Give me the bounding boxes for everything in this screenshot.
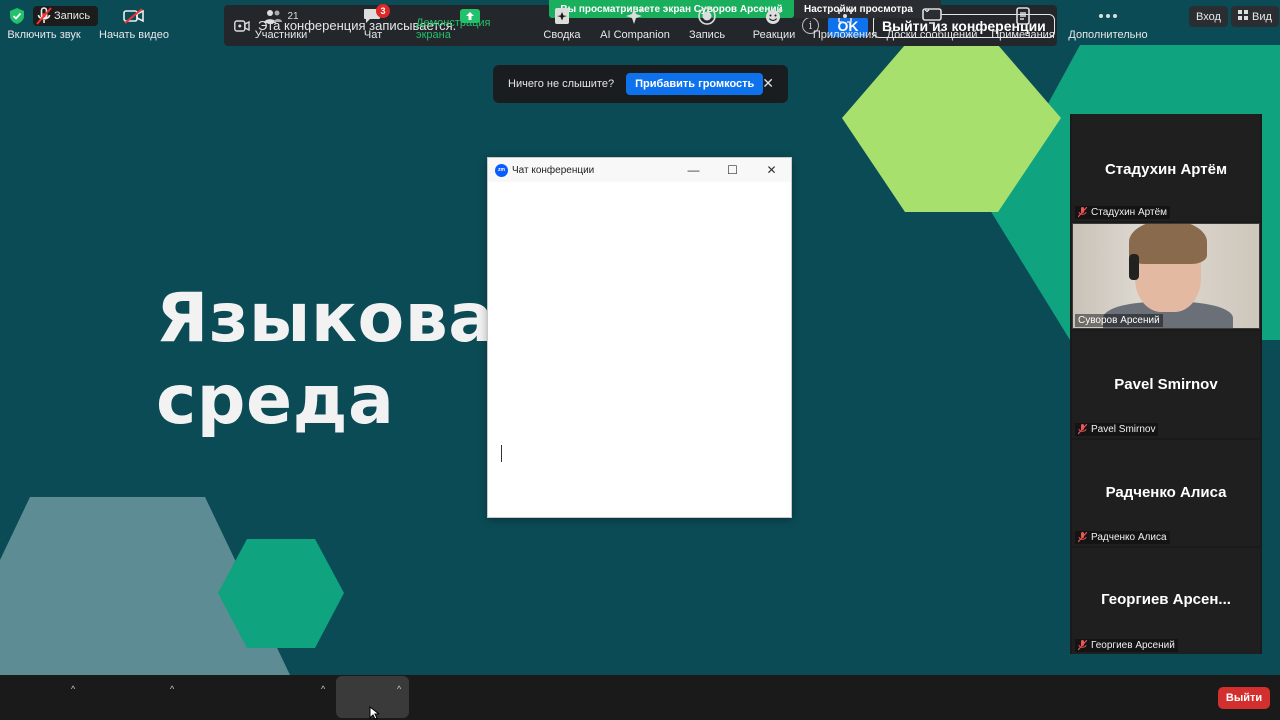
participant-gallery: Стадухин Артём Стадухин Артём Суворов Ар…: [1070, 114, 1262, 654]
summary-button[interactable]: Сводка: [538, 0, 586, 45]
mic-off-icon: [1077, 639, 1088, 651]
zoom-logo-icon: zm: [495, 163, 508, 177]
participant-label: Георгиев Арсений: [1075, 639, 1178, 652]
participant-name: Pavel Smirnov: [1114, 376, 1218, 393]
participants-label: Участники: [254, 29, 308, 41]
apps-label: Приложения: [812, 29, 878, 41]
participant-tile[interactable]: Стадухин Артём Стадухин Артём: [1072, 114, 1260, 221]
reactions-label: Реакции: [752, 29, 796, 41]
mic-muted-icon: [35, 7, 53, 25]
audio-prompt-question: Ничего не слышите?: [508, 78, 615, 90]
close-icon[interactable]: ✕: [762, 75, 774, 92]
participant-name: Стадухин Артём: [1104, 161, 1228, 178]
login-button[interactable]: Вход: [1189, 6, 1228, 27]
video-person-hair: [1129, 224, 1207, 264]
more-button[interactable]: Дополнительно: [1066, 0, 1150, 45]
mouse-cursor-icon: [369, 706, 379, 720]
chat-button[interactable]: 3 Чат: [338, 0, 408, 45]
whiteboards-label: Доски сообщений: [886, 29, 978, 41]
participant-label-text: Pavel Smirnov: [1091, 424, 1156, 435]
close-button[interactable]: ✕: [752, 158, 791, 182]
meeting-toolbar: [0, 675, 1280, 720]
ai-sparkle-icon: [625, 7, 645, 25]
apps-button[interactable]: Приложения: [812, 0, 878, 45]
participant-tile[interactable]: Георгиев Арсен... Георгиев Арсений: [1072, 548, 1260, 654]
start-video-button[interactable]: Начать видео: [96, 0, 172, 45]
more-dots-icon: [1098, 7, 1118, 25]
participant-tile[interactable]: Pavel Smirnov Pavel Smirnov: [1072, 331, 1260, 438]
video-options-caret-icon[interactable]: ^: [170, 684, 174, 694]
grid-icon: [1238, 10, 1248, 23]
chat-title: Чат конференции: [512, 164, 595, 176]
participant-label: Pavel Smirnov: [1075, 423, 1159, 436]
view-label: Вид: [1252, 10, 1272, 23]
mic-off-icon: [1077, 206, 1088, 218]
participant-label: Радченко Алиса: [1075, 531, 1170, 544]
ai-companion-label: AI Companion: [600, 29, 670, 41]
smile-icon: [764, 7, 784, 25]
maximize-button[interactable]: ☐: [713, 158, 752, 182]
participants-caret-icon[interactable]: ^: [321, 684, 325, 694]
headphones-icon: [1129, 254, 1139, 280]
more-label: Дополнительно: [1068, 29, 1148, 41]
unmute-label: Включить звук: [7, 29, 81, 41]
record-icon: [698, 7, 716, 25]
chat-label: Чат: [363, 29, 383, 41]
slide-title: Языковая среда: [156, 278, 539, 442]
start-video-label: Начать видео: [99, 29, 169, 41]
audio-prompt: Ничего не слышите? Прибавить громкость ✕: [493, 65, 788, 103]
notes-label: Примечания: [991, 29, 1055, 41]
reactions-button[interactable]: Реакции: [750, 0, 798, 45]
ai-companion-button[interactable]: AI Companion: [600, 0, 670, 45]
minimize-button[interactable]: —: [674, 158, 713, 182]
boost-volume-button[interactable]: Прибавить громкость: [626, 73, 764, 95]
participants-count: 21: [287, 10, 299, 22]
slide-title-line2: среда: [156, 361, 395, 440]
slide-title-line1: Языковая: [156, 279, 539, 358]
participant-name: Радченко Алиса: [1105, 484, 1227, 501]
participant-label: Стадухин Артём: [1075, 206, 1171, 219]
record-button[interactable]: Запись: [684, 0, 730, 45]
text-cursor[interactable]: [501, 445, 502, 462]
participant-label-text: Георгиев Арсений: [1091, 640, 1175, 651]
view-button[interactable]: Вид: [1231, 6, 1279, 27]
chat-caret-icon[interactable]: ^: [397, 684, 401, 694]
notes-icon: [1015, 7, 1031, 25]
mic-off-icon: [1077, 423, 1088, 435]
participant-label-text: Суворов Арсений: [1075, 314, 1163, 327]
participant-name: Георгиев Арсен...: [1101, 591, 1231, 608]
leave-button[interactable]: Выйти: [1218, 687, 1270, 709]
unmute-button[interactable]: Включить звук: [0, 0, 88, 45]
share-screen-button[interactable]: Демонстрация экрана: [416, 0, 524, 45]
chat-titlebar[interactable]: zm Чат конференции — ☐ ✕: [488, 158, 791, 182]
notes-button[interactable]: Примечания: [990, 0, 1056, 45]
summary-label: Сводка: [543, 29, 581, 41]
apps-icon: [837, 7, 853, 25]
audio-options-caret-icon[interactable]: ^: [71, 684, 75, 694]
record-label: Запись: [688, 29, 726, 41]
login-label: Вход: [1196, 10, 1221, 23]
participant-tile[interactable]: Радченко Алиса Радченко Алиса: [1072, 440, 1260, 546]
whiteboard-icon: [922, 7, 942, 25]
participant-video-tile[interactable]: Суворов Арсений: [1072, 223, 1260, 329]
whiteboards-button[interactable]: Доски сообщений: [886, 0, 978, 45]
participants-icon: 21: [263, 7, 299, 25]
participants-button[interactable]: 21 Участники: [248, 0, 314, 45]
chat-badge: 3: [376, 4, 390, 18]
mic-off-icon: [1077, 531, 1088, 543]
participant-label-text: Радченко Алиса: [1091, 532, 1167, 543]
chat-window: zm Чат конференции — ☐ ✕: [487, 157, 792, 518]
share-screen-icon: [459, 7, 481, 25]
summary-icon: [554, 7, 570, 25]
video-off-icon: [123, 7, 145, 25]
participant-label-text: Стадухин Артём: [1091, 207, 1168, 218]
